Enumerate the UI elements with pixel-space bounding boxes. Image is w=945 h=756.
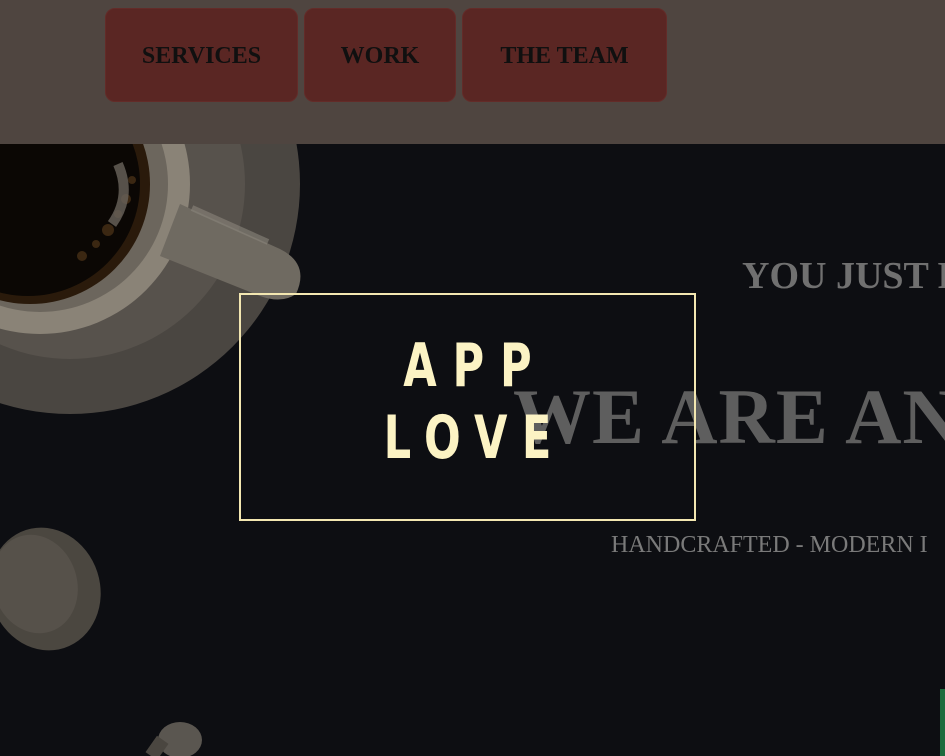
green-edge-element <box>940 689 945 756</box>
hero-tagline: YOU JUST F <box>742 255 945 297</box>
page: SERVICES WORK THE TEAM YOU JUST F WE ARE… <box>0 0 945 756</box>
app-love-logo[interactable]: APP LOVE <box>239 293 696 521</box>
logo-line-love: LOVE <box>383 403 566 473</box>
nav-services-button[interactable]: SERVICES <box>105 8 298 102</box>
logo-line-app: APP <box>403 331 548 401</box>
nav-the-team-button[interactable]: THE TEAM <box>462 8 667 102</box>
hero-section: YOU JUST F WE ARE AN HANDCRAFTED - MODER… <box>0 144 945 756</box>
top-navbar: SERVICES WORK THE TEAM <box>0 0 945 144</box>
nav-work-button[interactable]: WORK <box>304 8 456 102</box>
hero-subline: HANDCRAFTED - MODERN I <box>611 532 928 558</box>
